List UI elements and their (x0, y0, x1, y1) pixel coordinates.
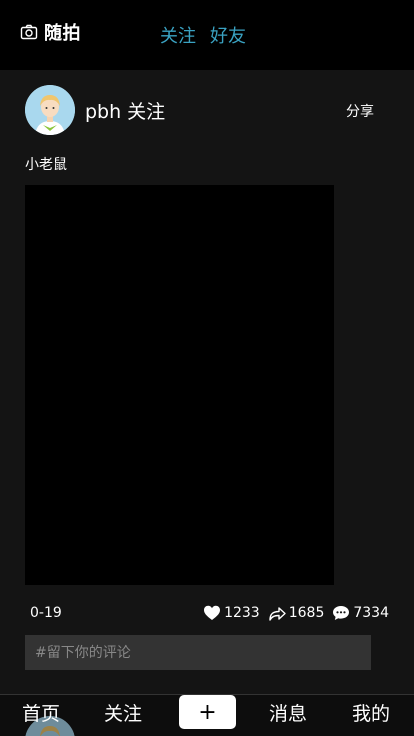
username-link[interactable]: pbh 关注 (85, 97, 165, 124)
like-button[interactable]: 1233 (203, 604, 260, 622)
comment-count: 7334 (353, 605, 389, 621)
top-bar: 随拍 关注 好友 (0, 0, 414, 70)
tab-follow[interactable]: 关注 (160, 22, 196, 48)
username: pbh (85, 101, 122, 123)
nav-messages[interactable]: 消息 (269, 699, 307, 726)
add-post-button[interactable]: + (179, 695, 236, 729)
top-tabs: 关注 好友 (160, 22, 246, 48)
share-count-button[interactable]: 1685 (268, 604, 325, 622)
heart-icon (204, 605, 221, 620)
post-stats: 0-19 1233 1685 7334 (25, 602, 389, 624)
tab-friends[interactable]: 好友 (210, 22, 246, 48)
comment-bubble-icon (333, 606, 350, 620)
share-button[interactable]: 分享 (346, 101, 374, 121)
comment-input[interactable] (25, 635, 371, 670)
share-arrow-icon (269, 607, 286, 621)
post-caption: 小老鼠 (25, 157, 67, 173)
avatar[interactable] (25, 85, 75, 135)
camera-button[interactable]: 随拍 (20, 20, 90, 44)
nav-home[interactable]: 首页 (22, 699, 60, 726)
share-count: 1685 (288, 605, 325, 621)
app-screen: 随拍 关注 好友 pbh 关注 分享 小老鼠 0-19 1233 1685 73… (0, 0, 414, 736)
bottom-nav: 首页 关注 + 消息 我的 (0, 694, 414, 736)
stat-group: 1233 1685 7334 (195, 604, 389, 622)
post-header: pbh 关注 分享 (25, 85, 389, 135)
nav-me[interactable]: 我的 (352, 699, 390, 726)
camera-label: 随拍 (44, 23, 81, 44)
camera-icon (20, 23, 38, 41)
plus-icon: + (198, 699, 217, 725)
nav-follow[interactable]: 关注 (104, 699, 142, 726)
comment-button[interactable]: 7334 (332, 604, 389, 622)
post-date: 0-19 (30, 605, 62, 621)
video-player[interactable] (25, 185, 334, 585)
follow-button[interactable]: 关注 (127, 101, 165, 123)
like-count: 1233 (224, 605, 260, 621)
